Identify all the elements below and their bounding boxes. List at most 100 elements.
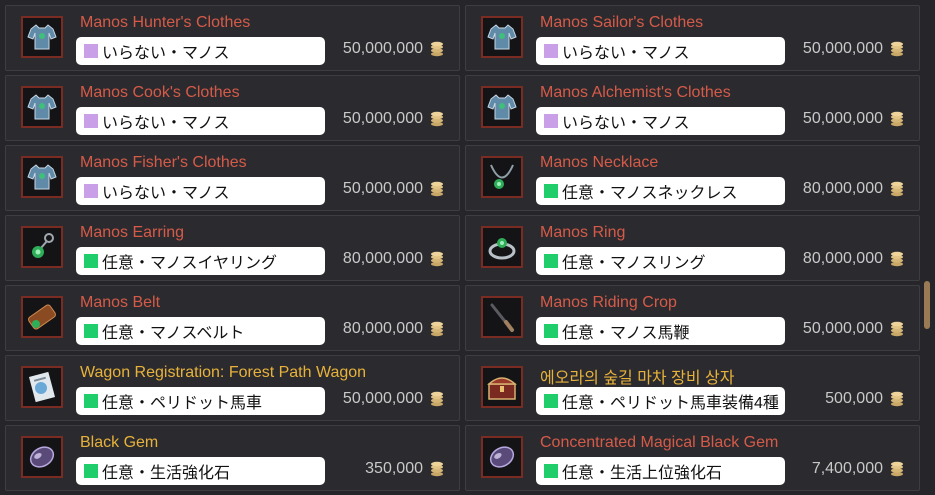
item-memo-text: 任意・マノスリング	[562, 255, 706, 272]
market-item-card[interactable]: Manos Earring 任意・マノスイヤリング 80,000,000	[5, 215, 460, 281]
necklace-icon[interactable]	[481, 156, 523, 198]
item-price: 50,000,000	[343, 40, 445, 58]
memo-tag-color-square	[84, 254, 98, 268]
item-memo-field[interactable]: 任意・生活上位強化石	[536, 457, 785, 485]
clothes-icon[interactable]	[21, 156, 63, 198]
item-name: Concentrated Magical Black Gem	[540, 434, 779, 451]
silver-coin-stack-icon	[891, 111, 903, 127]
item-memo-text: いらない・マノス	[562, 115, 690, 132]
item-memo-field[interactable]: 任意・生活強化石	[76, 457, 325, 485]
item-name: Manos Earring	[80, 224, 185, 241]
item-memo-field[interactable]: いらない・マノス	[76, 37, 325, 65]
item-memo-field[interactable]: いらない・マノス	[536, 107, 785, 135]
price-value: 80,000,000	[342, 250, 423, 267]
memo-tag-color-square	[84, 324, 98, 338]
memo-tag-color-square	[84, 394, 98, 408]
market-item-card[interactable]: Manos Fisher's Clothes いらない・マノス 50,000,000	[5, 145, 460, 211]
item-memo-text: 任意・マノスネックレス	[562, 185, 738, 202]
item-name: Manos Sailor's Clothes	[540, 14, 704, 31]
price-value: 50,000,000	[802, 110, 883, 127]
item-memo-field[interactable]: 任意・マノス馬鞭	[536, 317, 785, 345]
price-value: 7,400,000	[811, 460, 883, 477]
memo-tag-color-square	[544, 44, 558, 58]
price-value: 80,000,000	[802, 180, 883, 197]
item-name: Wagon Registration: Forest Path Wagon	[80, 364, 367, 381]
price-value: 50,000,000	[342, 110, 423, 127]
silver-coin-stack-icon	[891, 321, 903, 337]
memo-tag-color-square	[544, 464, 558, 478]
item-memo-field[interactable]: 任意・マノスネックレス	[536, 177, 785, 205]
item-name: Manos Ring	[540, 224, 626, 241]
ring-icon[interactable]	[481, 226, 523, 268]
item-price: 50,000,000	[343, 390, 445, 408]
silver-coin-stack-icon	[431, 181, 443, 197]
item-memo-text: いらない・マノス	[102, 115, 230, 132]
item-name: Manos Alchemist's Clothes	[540, 84, 731, 101]
market-item-card[interactable]: Manos Belt 任意・マノスベルト 80,000,000	[5, 285, 460, 351]
item-name: 에오라의 숲길 마차 장비 상자	[540, 370, 735, 387]
item-memo-text: 任意・マノス馬鞭	[562, 325, 690, 342]
price-value: 500,000	[825, 390, 883, 407]
silver-coin-stack-icon	[891, 41, 903, 57]
item-memo-field[interactable]: 任意・マノスベルト	[76, 317, 325, 345]
item-price: 50,000,000	[803, 320, 905, 338]
item-memo-text: 任意・生活上位強化石	[562, 465, 723, 482]
riding-crop-icon[interactable]	[481, 296, 523, 338]
item-memo-field[interactable]: 任意・マノスリング	[536, 247, 785, 275]
clothes-icon[interactable]	[21, 86, 63, 128]
item-price: 80,000,000	[803, 180, 905, 198]
scrollbar[interactable]	[922, 5, 932, 490]
silver-coin-stack-icon	[891, 181, 903, 197]
clothes-icon[interactable]	[481, 86, 523, 128]
item-memo-field[interactable]: 任意・ペリドット馬車	[76, 387, 325, 415]
market-item-card[interactable]: Manos Hunter's Clothes いらない・マノス 50,000,000	[5, 5, 460, 71]
market-item-card[interactable]: Black Gem 任意・生活強化石 350,000	[5, 425, 460, 491]
market-item-card[interactable]: Manos Riding Crop 任意・マノス馬鞭 50,000,000	[465, 285, 920, 351]
market-item-card[interactable]: 에오라의 숲길 마차 장비 상자 任意・ペリドット馬車装備4種 500,000	[465, 355, 920, 421]
memo-tag-color-square	[84, 44, 98, 58]
market-item-card[interactable]: Wagon Registration: Forest Path Wagon 任意・…	[5, 355, 460, 421]
item-name: Manos Riding Crop	[540, 294, 677, 311]
market-item-card[interactable]: Manos Necklace 任意・マノスネックレス 80,000,000	[465, 145, 920, 211]
item-price: 80,000,000	[803, 250, 905, 268]
item-memo-field[interactable]: 任意・ペリドット馬車装備4種	[536, 387, 785, 415]
market-item-card[interactable]: Manos Sailor's Clothes いらない・マノス 50,000,000	[465, 5, 920, 71]
item-price: 350,000	[365, 460, 445, 478]
silver-coin-stack-icon	[431, 111, 443, 127]
memo-tag-color-square	[544, 394, 558, 408]
price-value: 50,000,000	[802, 320, 883, 337]
item-memo-text: いらない・マノス	[102, 45, 230, 62]
belt-icon[interactable]	[21, 296, 63, 338]
item-price: 50,000,000	[803, 110, 905, 128]
silver-coin-stack-icon	[891, 461, 903, 477]
clothes-icon[interactable]	[481, 16, 523, 58]
price-value: 80,000,000	[342, 320, 423, 337]
item-price: 7,400,000	[812, 460, 905, 478]
treasure-chest-icon[interactable]	[481, 366, 523, 408]
item-name: Manos Hunter's Clothes	[80, 14, 251, 31]
market-item-card[interactable]: Concentrated Magical Black Gem 任意・生活上位強化石…	[465, 425, 920, 491]
clothes-icon[interactable]	[21, 16, 63, 58]
memo-tag-color-square	[544, 184, 558, 198]
item-price: 80,000,000	[343, 250, 445, 268]
black-gem-icon[interactable]	[21, 436, 63, 478]
earring-icon[interactable]	[21, 226, 63, 268]
item-price: 80,000,000	[343, 320, 445, 338]
scrollbar-thumb[interactable]	[924, 281, 930, 329]
price-value: 350,000	[365, 460, 423, 477]
item-memo-field[interactable]: 任意・マノスイヤリング	[76, 247, 325, 275]
silver-coin-stack-icon	[431, 391, 443, 407]
market-item-card[interactable]: Manos Cook's Clothes いらない・マノス 50,000,000	[5, 75, 460, 141]
item-name: Manos Cook's Clothes	[80, 84, 240, 101]
item-memo-text: 任意・ペリドット馬車装備4種	[562, 395, 779, 412]
black-gem-icon[interactable]	[481, 436, 523, 478]
item-memo-text: 任意・生活強化石	[102, 465, 231, 482]
memo-tag-color-square	[84, 114, 98, 128]
item-memo-field[interactable]: いらない・マノス	[76, 177, 325, 205]
item-memo-text: いらない・マノス	[102, 185, 230, 202]
market-item-card[interactable]: Manos Alchemist's Clothes いらない・マノス 50,000,…	[465, 75, 920, 141]
market-item-card[interactable]: Manos Ring 任意・マノスリング 80,000,000	[465, 215, 920, 281]
registration-document-icon[interactable]	[21, 366, 63, 408]
item-memo-field[interactable]: いらない・マノス	[536, 37, 785, 65]
item-memo-field[interactable]: いらない・マノス	[76, 107, 325, 135]
